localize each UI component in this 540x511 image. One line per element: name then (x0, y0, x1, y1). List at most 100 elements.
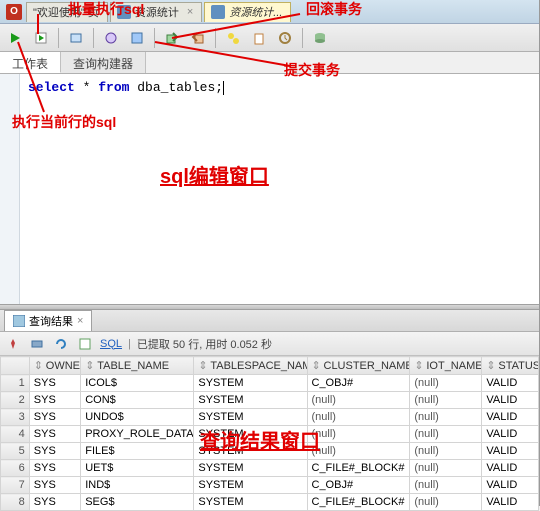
cell-ts: SYSTEM (194, 477, 307, 494)
cell-ts: SYSTEM (194, 426, 307, 443)
cell-ts: SYSTEM (194, 375, 307, 392)
run-script-button[interactable] (30, 27, 52, 49)
cell-iot: (null) (410, 443, 482, 460)
col-cluster[interactable]: ⇕CLUSTER_NAME (307, 357, 410, 375)
editor-gutter (0, 74, 20, 304)
cell-iot: (null) (410, 392, 482, 409)
text-cursor (223, 81, 224, 95)
sql-editor[interactable]: select * from dba_tables; (0, 74, 539, 304)
cell-ts: SYSTEM (194, 460, 307, 477)
rollback-button[interactable] (187, 27, 209, 49)
cell-cluster: C_OBJ# (307, 477, 410, 494)
tab-worksheet[interactable]: 工作表 (0, 52, 61, 73)
col-iot[interactable]: ⇕IOT_NAME (410, 357, 482, 375)
table-row[interactable]: 3SYSUNDO$SYSTEM(null)(null)VALID (1, 409, 539, 426)
dbms-output-button[interactable] (126, 27, 148, 49)
export-icon[interactable] (76, 335, 94, 353)
clear-button[interactable] (248, 27, 270, 49)
tab-query-builder[interactable]: 查询构建器 (61, 52, 146, 73)
results-tabbar: 查询结果 × (0, 310, 539, 332)
cell-owner: SYS (29, 460, 80, 477)
cell-cluster: (null) (307, 426, 410, 443)
db-connect-button[interactable] (309, 27, 331, 49)
print-icon[interactable] (28, 335, 46, 353)
table-row[interactable]: 4SYSPROXY_ROLE_DATA$SYSTEM(null)(null)VA… (1, 426, 539, 443)
grid-icon (13, 315, 25, 327)
cell-cluster: (null) (307, 443, 410, 460)
oracle-icon: O (6, 4, 22, 20)
cell-cluster: (null) (307, 392, 410, 409)
cell-rownum: 3 (1, 409, 30, 426)
table-row[interactable]: 5SYSFILE$SYSTEM(null)(null)VALID (1, 443, 539, 460)
cell-iot: (null) (410, 375, 482, 392)
cell-status: VALID (482, 426, 539, 443)
close-icon[interactable]: × (187, 6, 193, 18)
table-row[interactable]: 1SYSICOL$SYSTEMC_OBJ#(null)VALID (1, 375, 539, 392)
cell-iot: (null) (410, 460, 482, 477)
autotrace-button[interactable] (100, 27, 122, 49)
cell-cluster: C_FILE#_BLOCK# (307, 460, 410, 477)
tab-welcome[interactable]: "欢迎使用" 页 (26, 2, 108, 22)
cell-owner: SYS (29, 409, 80, 426)
cell-status: VALID (482, 443, 539, 460)
cell-iot: (null) (410, 409, 482, 426)
cell-cluster: C_OBJ# (307, 375, 410, 392)
cell-ts: SYSTEM (194, 409, 307, 426)
keyword: from (98, 80, 129, 95)
sql-toolbar (0, 24, 539, 52)
cell-table: SEG$ (81, 494, 194, 511)
cell-iot: (null) (410, 477, 482, 494)
cell-iot: (null) (410, 494, 482, 511)
tab-label: 资源统计 (135, 4, 179, 20)
cell-rownum: 6 (1, 460, 30, 477)
cell-status: VALID (482, 494, 539, 511)
tab-label: "欢迎使用" 页 (33, 4, 99, 20)
tab-stats-active[interactable]: 资源统计... (204, 2, 291, 22)
cell-owner: SYS (29, 477, 80, 494)
table-row[interactable]: 7SYSIND$SYSTEMC_OBJ#(null)VALID (1, 477, 539, 494)
results-tab[interactable]: 查询结果 × (4, 310, 92, 331)
cell-table: IND$ (81, 477, 194, 494)
col-table-name[interactable]: ⇕TABLE_NAME (81, 357, 194, 375)
col-rownum[interactable] (1, 357, 30, 375)
col-owner[interactable]: ⇕OWNER (29, 357, 80, 375)
cell-status: VALID (482, 477, 539, 494)
history-button[interactable] (274, 27, 296, 49)
cell-rownum: 5 (1, 443, 30, 460)
cell-owner: SYS (29, 426, 80, 443)
cell-status: VALID (482, 409, 539, 426)
close-icon[interactable]: × (77, 315, 83, 327)
refresh-icon[interactable] (52, 335, 70, 353)
results-toolbar: SQL | 已提取 50 行, 用时 0.052 秒 (0, 332, 539, 356)
unshared-button[interactable] (222, 27, 244, 49)
table-row[interactable]: 6SYSUET$SYSTEMC_FILE#_BLOCK#(null)VALID (1, 460, 539, 477)
col-status[interactable]: ⇕STATUS (482, 357, 539, 375)
cell-ts: SYSTEM (194, 443, 307, 460)
tab-stats[interactable]: 资源统计 × (110, 2, 202, 22)
cell-rownum: 7 (1, 477, 30, 494)
table-header-row: ⇕OWNER ⇕TABLE_NAME ⇕TABLESPACE_NAME ⇕CLU… (1, 357, 539, 375)
run-button[interactable] (4, 27, 26, 49)
cell-iot: (null) (410, 426, 482, 443)
results-grid[interactable]: ⇕OWNER ⇕TABLE_NAME ⇕TABLESPACE_NAME ⇕CLU… (0, 356, 539, 511)
sql-link[interactable]: SQL (100, 338, 122, 350)
cell-rownum: 4 (1, 426, 30, 443)
table-row[interactable]: 2SYSCON$SYSTEM(null)(null)VALID (1, 392, 539, 409)
col-tablespace[interactable]: ⇕TABLESPACE_NAME (194, 357, 307, 375)
table-row[interactable]: 8SYSSEG$SYSTEMC_FILE#_BLOCK#(null)VALID (1, 494, 539, 511)
cell-table: ICOL$ (81, 375, 194, 392)
status-text: 已提取 50 行, 用时 0.052 秒 (137, 336, 272, 352)
results-panel: 查询结果 × SQL | 已提取 50 行, 用时 0.052 秒 ⇕OWNER… (0, 310, 539, 511)
cell-ts: SYSTEM (194, 392, 307, 409)
cell-status: VALID (482, 392, 539, 409)
commit-button[interactable] (161, 27, 183, 49)
cell-rownum: 1 (1, 375, 30, 392)
pin-icon[interactable] (4, 335, 22, 353)
cell-owner: SYS (29, 443, 80, 460)
keyword: select (28, 80, 75, 95)
cell-cluster: (null) (307, 409, 410, 426)
cell-status: VALID (482, 460, 539, 477)
code-area[interactable]: select * from dba_tables; (20, 74, 539, 304)
explain-button[interactable] (65, 27, 87, 49)
cell-table: PROXY_ROLE_DATA$ (81, 426, 194, 443)
